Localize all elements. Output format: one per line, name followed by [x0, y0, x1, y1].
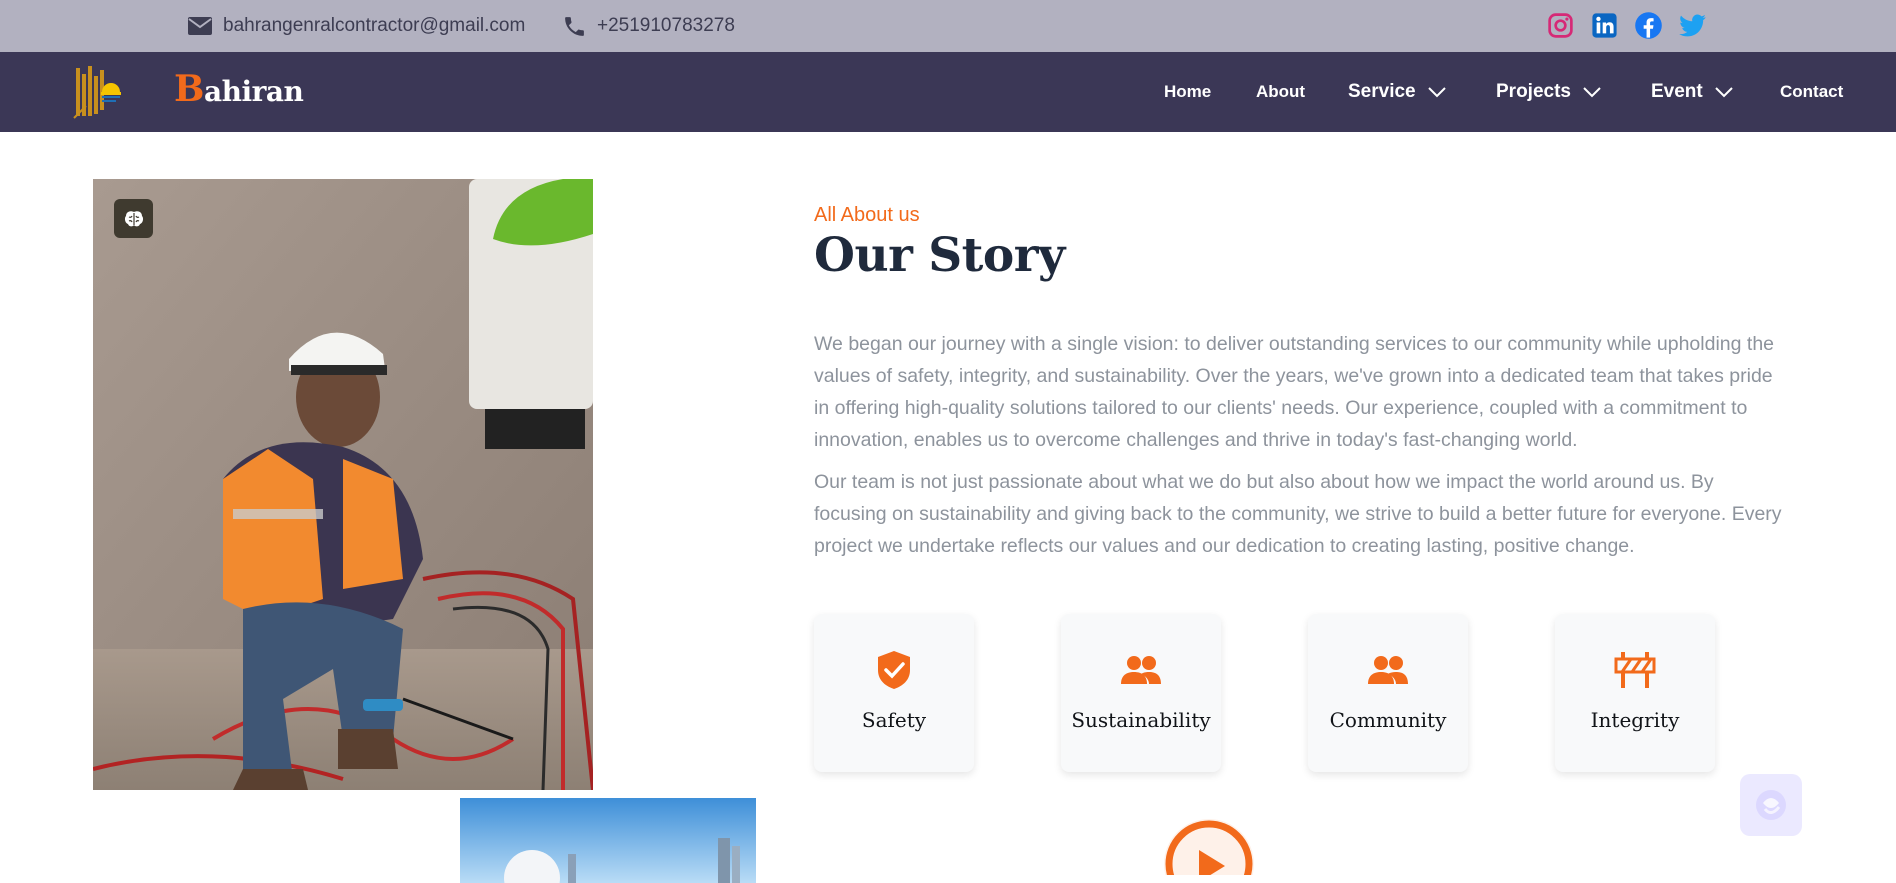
section-eyebrow: All About us	[814, 204, 920, 226]
value-label: Integrity	[1590, 708, 1680, 732]
email-contact[interactable]: bahrangenralcontractor@gmail.com	[187, 0, 525, 52]
nav-contact[interactable]: Contact	[1780, 52, 1843, 132]
shield-check-icon	[878, 651, 910, 689]
chevron-down-icon	[1715, 86, 1733, 97]
value-label: Sustainability	[1071, 708, 1211, 732]
nav-projects[interactable]: Projects	[1496, 52, 1601, 132]
instagram-icon[interactable]	[1546, 11, 1575, 40]
phone-icon	[565, 16, 584, 36]
nav-service-label: Service	[1348, 81, 1416, 102]
nav-home-label: Home	[1164, 82, 1212, 101]
play-video-button[interactable]	[1125, 814, 1295, 875]
value-card-integrity: Integrity	[1555, 614, 1715, 772]
nav-about-label: About	[1256, 82, 1306, 101]
people-icon	[1368, 656, 1408, 684]
nav-event-label: Event	[1651, 81, 1703, 102]
nav-home[interactable]: Home	[1164, 52, 1211, 132]
email-text[interactable]: bahrangenralcontractor@gmail.com	[223, 15, 525, 37]
chevron-down-icon	[1583, 86, 1601, 97]
social-links	[1546, 11, 1707, 40]
nav-about[interactable]: About	[1256, 52, 1305, 132]
brand-name[interactable]: Bahiran	[174, 68, 304, 110]
chevron-down-icon	[1427, 86, 1446, 97]
envelope-icon	[188, 17, 212, 35]
brain-icon	[124, 210, 143, 226]
value-label: Safety	[861, 708, 927, 732]
value-card-sustainability: Sustainability	[1061, 614, 1221, 772]
nav-event[interactable]: Event	[1651, 52, 1733, 132]
swirl-icon	[1756, 790, 1786, 820]
brain-badge[interactable]	[114, 199, 153, 238]
nav-contact-label: Contact	[1780, 82, 1844, 101]
chat-widget-button[interactable]	[1740, 774, 1802, 836]
road-barrier-icon	[1614, 652, 1656, 688]
brand-rest: ahiran	[203, 75, 304, 108]
top-contact-bar: bahrangenralcontractor@gmail.com +251910…	[0, 0, 1896, 52]
value-card-community: Community	[1308, 614, 1468, 772]
twitter-icon[interactable]	[1678, 11, 1707, 40]
phone-contact[interactable]: +251910783278	[562, 0, 735, 52]
section-title: Our Story	[814, 228, 1065, 283]
value-card-safety: Safety	[814, 614, 974, 772]
secondary-photo-frame	[452, 790, 756, 883]
nav-service[interactable]: Service	[1348, 52, 1446, 132]
solar-farm-photo	[460, 798, 756, 883]
facebook-icon[interactable]	[1634, 11, 1663, 40]
story-paragraph-1: We began our journey with a single visio…	[814, 333, 1775, 451]
brand-initial: B	[174, 68, 204, 110]
worker-photo	[93, 179, 593, 790]
phone-text[interactable]: +251910783278	[597, 15, 735, 37]
people-icon	[1121, 656, 1161, 684]
company-logo[interactable]	[72, 62, 134, 122]
nav-projects-label: Projects	[1496, 81, 1571, 102]
main-navbar: Bahiran Home About Service Projects Even…	[0, 52, 1896, 132]
story-paragraph-2: Our team is not just passionate about wh…	[814, 471, 1782, 557]
linkedin-icon[interactable]	[1590, 11, 1619, 40]
value-label: Community	[1329, 708, 1447, 732]
